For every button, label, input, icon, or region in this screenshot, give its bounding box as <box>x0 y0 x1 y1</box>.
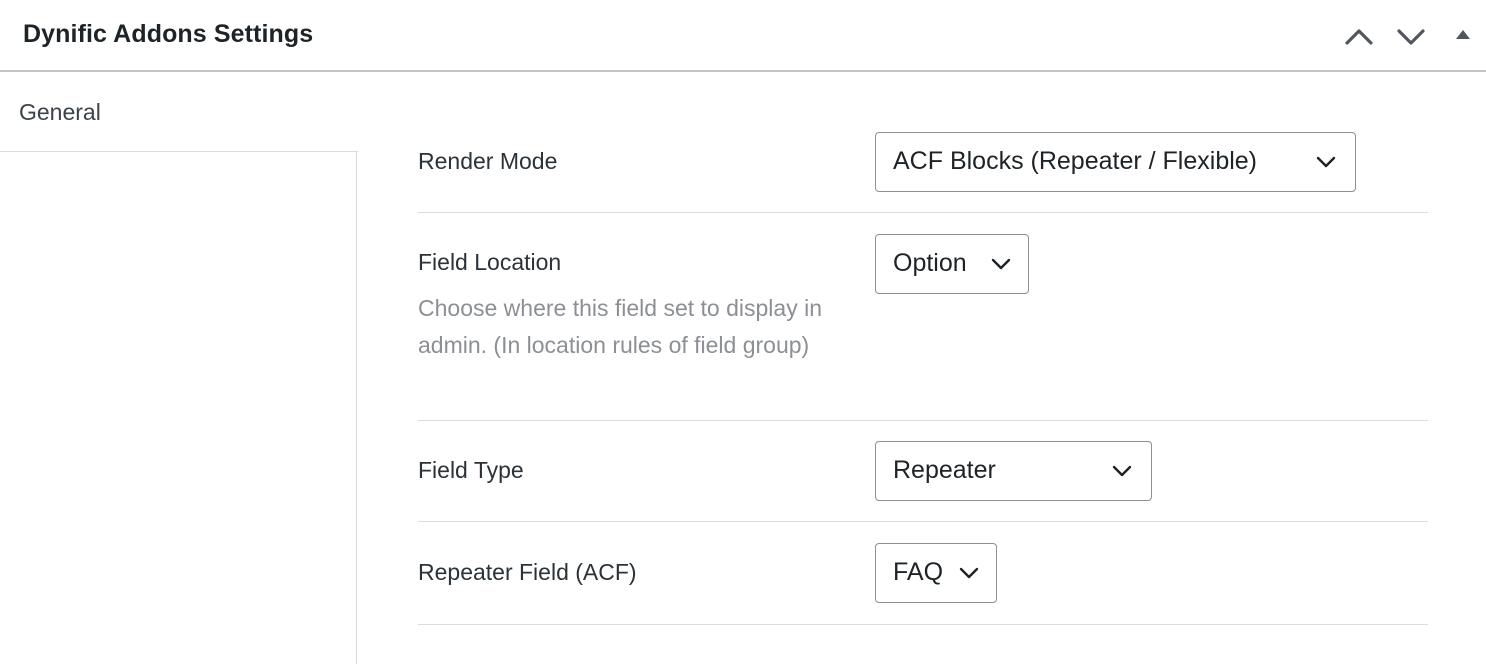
field-type-value: Repeater <box>893 456 996 484</box>
field-location-description: Choose where this field set to display i… <box>418 295 822 358</box>
repeater-field-select[interactable]: FAQ <box>875 543 997 603</box>
setting-row-field-type: Field Type Repeater <box>418 421 1428 522</box>
field-type-select[interactable]: Repeater <box>875 441 1152 501</box>
toggle-panel-button[interactable] <box>1448 20 1482 54</box>
chevron-down-icon <box>1316 156 1336 168</box>
render-mode-select[interactable]: ACF Blocks (Repeater / Flexible) <box>875 132 1356 192</box>
chevron-down-icon <box>959 567 979 579</box>
chevron-up-icon <box>1345 29 1373 45</box>
repeater-field-label: Repeater Field (ACF) <box>418 559 637 585</box>
triangle-up-icon <box>1456 30 1470 39</box>
chevron-down-icon <box>1397 29 1425 45</box>
setting-row-render-mode: Render Mode ACF Blocks (Repeater / Flexi… <box>418 132 1428 213</box>
field-location-value: Option <box>893 249 967 277</box>
chevron-down-icon <box>991 258 1011 270</box>
move-up-button[interactable] <box>1342 20 1376 54</box>
field-type-label: Field Type <box>418 457 524 483</box>
sidebar-divider <box>356 152 357 664</box>
field-location-label: Field Location <box>418 249 562 275</box>
field-location-select[interactable]: Option <box>875 234 1029 294</box>
tab-general[interactable]: General <box>0 72 358 152</box>
repeater-field-value: FAQ <box>893 558 944 586</box>
chevron-down-icon <box>1112 465 1132 477</box>
setting-row-repeater-field: Repeater Field (ACF) FAQ <box>418 522 1428 625</box>
move-down-button[interactable] <box>1394 20 1428 54</box>
tab-general-label: General <box>19 99 101 125</box>
setting-row-field-location: Field Location Choose where this field s… <box>418 213 1428 421</box>
render-mode-value: ACF Blocks (Repeater / Flexible) <box>893 147 1258 175</box>
render-mode-label: Render Mode <box>418 148 558 174</box>
panel-title: Dynific Addons Settings <box>23 20 314 48</box>
panel-header: Dynific Addons Settings <box>0 0 1486 72</box>
settings-sidebar: General <box>0 72 358 664</box>
